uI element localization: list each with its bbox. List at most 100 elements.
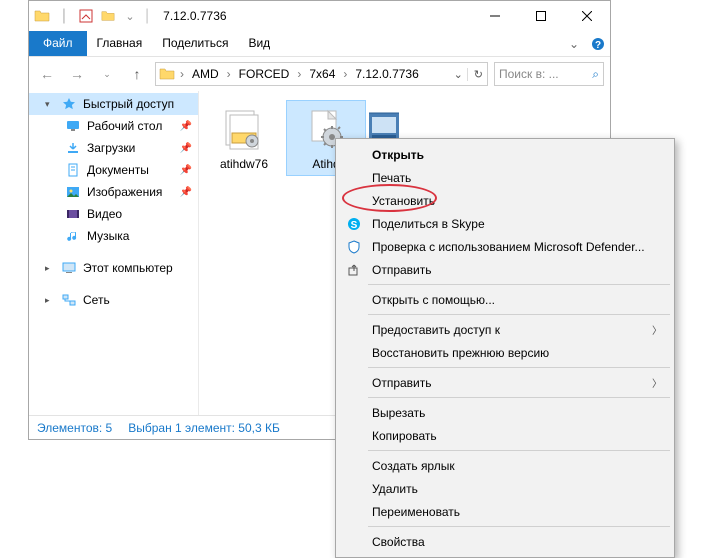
music-icon: [65, 228, 81, 244]
desktop-icon: [65, 118, 81, 134]
chevron-right-icon[interactable]: ›: [225, 67, 233, 81]
separator: [368, 314, 670, 315]
separator: [368, 450, 670, 451]
navigation-pane: ▾ Быстрый доступ Рабочий стол 📌 Загрузки…: [29, 91, 199, 415]
sidebar-item-videos[interactable]: Видео: [29, 203, 198, 225]
sidebar-quick-access[interactable]: ▾ Быстрый доступ: [29, 93, 198, 115]
sidebar-item-downloads[interactable]: Загрузки 📌: [29, 137, 198, 159]
ribbon-expand-icon[interactable]: ⌄: [562, 31, 586, 56]
context-menu: Открыть Печать Установить SПоделиться в …: [335, 138, 675, 558]
ctx-send-to[interactable]: Отправить〉: [338, 371, 672, 394]
ctx-restore-version[interactable]: Восстановить прежнюю версию: [338, 341, 672, 364]
search-input[interactable]: Поиск в: ... ⌕: [494, 62, 604, 86]
inf-file-icon: [220, 105, 268, 153]
close-button[interactable]: [564, 1, 610, 31]
address-bar: ← → ⌄ ↑ › AMD › FORCED › 7x64 › 7.12.0.7…: [29, 57, 610, 91]
ctx-skype-share[interactable]: SПоделиться в Skype: [338, 212, 672, 235]
sidebar-item-label: Музыка: [87, 229, 129, 243]
sidebar-network[interactable]: ▸ Сеть: [29, 289, 198, 311]
folder-small-icon[interactable]: [99, 7, 117, 25]
history-dropdown-icon[interactable]: ⌄: [95, 62, 119, 86]
file-item[interactable]: atihdw76: [205, 101, 283, 175]
status-count: Элементов: 5: [37, 421, 112, 435]
ctx-defender-scan[interactable]: Проверка с использованием Microsoft Defe…: [338, 235, 672, 258]
svg-text:?: ?: [595, 40, 601, 51]
status-selection: Выбран 1 элемент: 50,3 КБ: [128, 421, 280, 435]
sidebar-item-desktop[interactable]: Рабочий стол 📌: [29, 115, 198, 137]
ctx-open-with[interactable]: Открыть с помощью...: [338, 288, 672, 311]
minimize-button[interactable]: [472, 1, 518, 31]
breadcrumb-bar[interactable]: › AMD › FORCED › 7x64 › 7.12.0.7736 ⌄ ↻: [155, 62, 488, 86]
pin-icon: 📌: [180, 143, 198, 154]
documents-icon: [65, 162, 81, 178]
ctx-delete[interactable]: Удалить: [338, 477, 672, 500]
pin-icon: 📌: [180, 165, 198, 176]
submenu-icon: 〉: [652, 375, 662, 390]
star-icon: [61, 96, 77, 112]
ribbon: Файл Главная Поделиться Вид ⌄ ?: [29, 31, 610, 57]
forward-button[interactable]: →: [65, 62, 89, 86]
search-icon: ⌕: [592, 67, 599, 82]
separator: [368, 367, 670, 368]
ctx-cut[interactable]: Вырезать: [338, 401, 672, 424]
sidebar-item-label: Этот компьютер: [83, 261, 173, 275]
tab-home[interactable]: Главная: [87, 31, 153, 56]
sidebar-item-music[interactable]: Музыка: [29, 225, 198, 247]
sidebar-this-pc[interactable]: ▸ Этот компьютер: [29, 257, 198, 279]
sidebar-item-pictures[interactable]: Изображения 📌: [29, 181, 198, 203]
maximize-button[interactable]: [518, 1, 564, 31]
svg-text:S: S: [351, 220, 358, 231]
pc-icon: [61, 260, 77, 276]
sidebar-item-documents[interactable]: Документы 📌: [29, 159, 198, 181]
title-bar: | ⌄ | 7.12.0.7736: [29, 1, 610, 31]
file-label: atihdw76: [220, 157, 268, 171]
breadcrumb-item[interactable]: AMD: [188, 67, 223, 81]
sidebar-item-label: Документы: [87, 163, 149, 177]
folder-icon: [158, 65, 176, 83]
ctx-copy[interactable]: Копировать: [338, 424, 672, 447]
chevron-down-icon[interactable]: ▾: [45, 99, 55, 110]
back-button[interactable]: ←: [35, 62, 59, 86]
sidebar-item-label: Видео: [87, 207, 122, 221]
ctx-send[interactable]: Отправить: [338, 258, 672, 281]
breadcrumb-item[interactable]: 7.12.0.7736: [351, 67, 422, 81]
tab-share[interactable]: Поделиться: [152, 31, 238, 56]
chevron-right-icon[interactable]: ›: [341, 67, 349, 81]
help-icon[interactable]: ?: [586, 31, 610, 56]
videos-icon: [65, 206, 81, 222]
pin-icon: 📌: [180, 121, 198, 132]
file-tab[interactable]: Файл: [29, 31, 87, 56]
chevron-right-icon[interactable]: ›: [178, 67, 186, 81]
properties-icon[interactable]: [77, 7, 95, 25]
ctx-create-shortcut[interactable]: Создать ярлык: [338, 454, 672, 477]
chevron-right-icon[interactable]: ▸: [45, 263, 55, 274]
ctx-rename[interactable]: Переименовать: [338, 500, 672, 523]
separator: [368, 526, 670, 527]
ctx-install[interactable]: Установить: [338, 189, 672, 212]
refresh-icon[interactable]: ↻: [467, 68, 483, 81]
ctx-open[interactable]: Открыть: [338, 143, 672, 166]
submenu-icon: 〉: [652, 322, 662, 337]
qat-divider: |: [55, 7, 73, 25]
separator: [368, 397, 670, 398]
tab-view[interactable]: Вид: [238, 31, 280, 56]
chevron-right-icon[interactable]: ›: [295, 67, 303, 81]
qat-dropdown-icon[interactable]: ⌄: [121, 7, 139, 25]
downloads-icon: [65, 140, 81, 156]
window-title: 7.12.0.7736: [163, 9, 226, 23]
breadcrumb-item[interactable]: FORCED: [235, 67, 294, 81]
breadcrumb-item[interactable]: 7x64: [305, 67, 339, 81]
search-placeholder: Поиск в: ...: [499, 67, 586, 81]
skype-icon: S: [344, 216, 364, 232]
sidebar-item-label: Сеть: [83, 293, 110, 307]
separator: [368, 284, 670, 285]
ctx-print[interactable]: Печать: [338, 166, 672, 189]
sidebar-item-label: Изображения: [87, 185, 162, 199]
ctx-grant-access[interactable]: Предоставить доступ к〉: [338, 318, 672, 341]
chevron-right-icon[interactable]: ▸: [45, 295, 55, 306]
up-button[interactable]: ↑: [125, 62, 149, 86]
sidebar-item-label: Быстрый доступ: [83, 97, 174, 111]
sidebar-item-label: Рабочий стол: [87, 119, 162, 133]
share-icon: [344, 262, 364, 278]
address-dropdown-icon[interactable]: ⌄: [454, 68, 463, 81]
